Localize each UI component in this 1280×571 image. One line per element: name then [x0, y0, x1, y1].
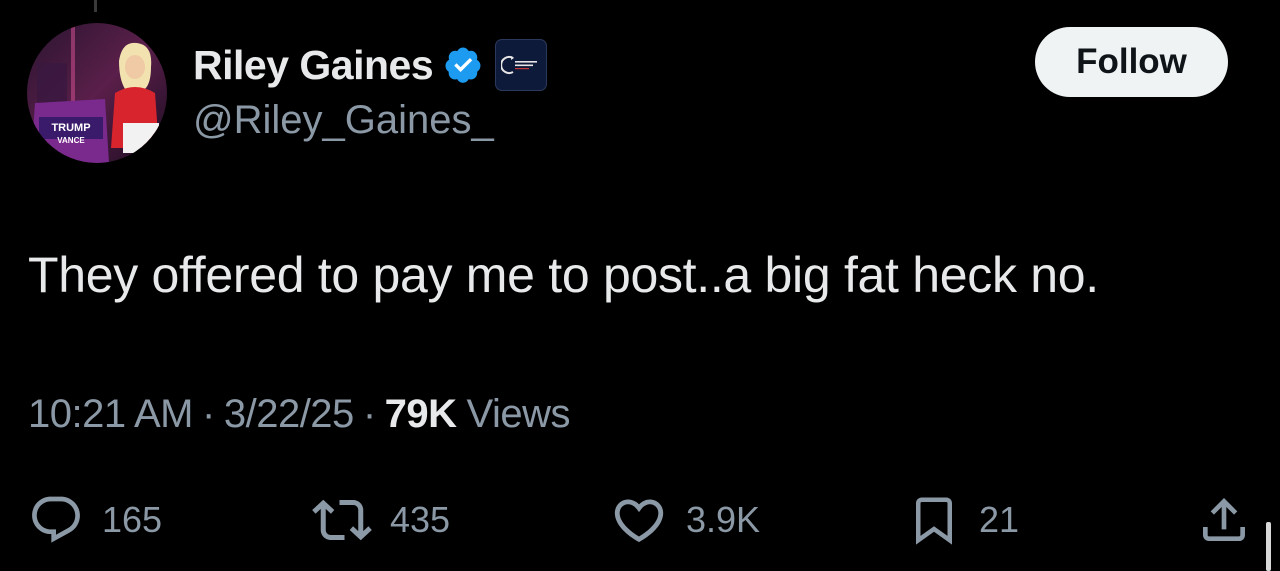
avatar[interactable]: TRUMP VANCE [27, 23, 167, 163]
avatar-image: TRUMP VANCE [27, 23, 167, 163]
share-icon [1203, 498, 1245, 541]
views-label: Views [466, 392, 571, 436]
repost-icon [312, 499, 372, 541]
bookmark-icon [916, 497, 952, 545]
like-count: 3.9K [686, 499, 761, 540]
reply-count: 165 [102, 499, 163, 540]
avatar-podium-subtext: VANCE [57, 136, 85, 145]
repost-count: 435 [390, 499, 451, 540]
meta-separator: · [202, 392, 215, 436]
turning-point-usa-logo-icon [501, 56, 538, 74]
action-bar: 165 435 3.9K 21 [0, 490, 1280, 560]
reply-button[interactable]: 165 [28, 490, 162, 550]
reply-icon [32, 496, 80, 543]
tweet-meta: 10:21 AM · 3/22/25 · 79K Views [28, 392, 571, 437]
like-button[interactable]: 3.9K [610, 490, 760, 550]
verified-badge-icon[interactable] [443, 45, 483, 85]
repost-button[interactable]: 435 [312, 490, 450, 550]
follow-button[interactable]: Follow [1035, 27, 1228, 97]
tweet-card: TRUMP VANCE Riley Gaines @Riley_Gaines_ … [0, 0, 1280, 571]
heart-icon [614, 499, 664, 543]
bookmark-count: 21 [979, 499, 1020, 540]
share-button[interactable] [1196, 490, 1252, 550]
thread-connector-line [94, 0, 97, 12]
author-display-name[interactable]: Riley Gaines [193, 42, 434, 89]
meta-separator: · [362, 392, 376, 436]
tweet-time[interactable]: 10:21 AM [28, 392, 194, 437]
avatar-podium-text: TRUMP [51, 122, 90, 134]
scrollbar[interactable] [1266, 522, 1271, 571]
tweet-text: They offered to pay me to post..a big fa… [28, 247, 1099, 303]
author-handle[interactable]: @Riley_Gaines_ [193, 98, 494, 143]
views-count[interactable]: 79K [385, 392, 457, 437]
affiliate-badge[interactable] [495, 39, 548, 91]
author-name-row: Riley Gaines [193, 38, 548, 92]
tweet-date[interactable]: 3/22/25 [224, 392, 354, 437]
bookmark-button[interactable]: 21 [907, 490, 1019, 550]
